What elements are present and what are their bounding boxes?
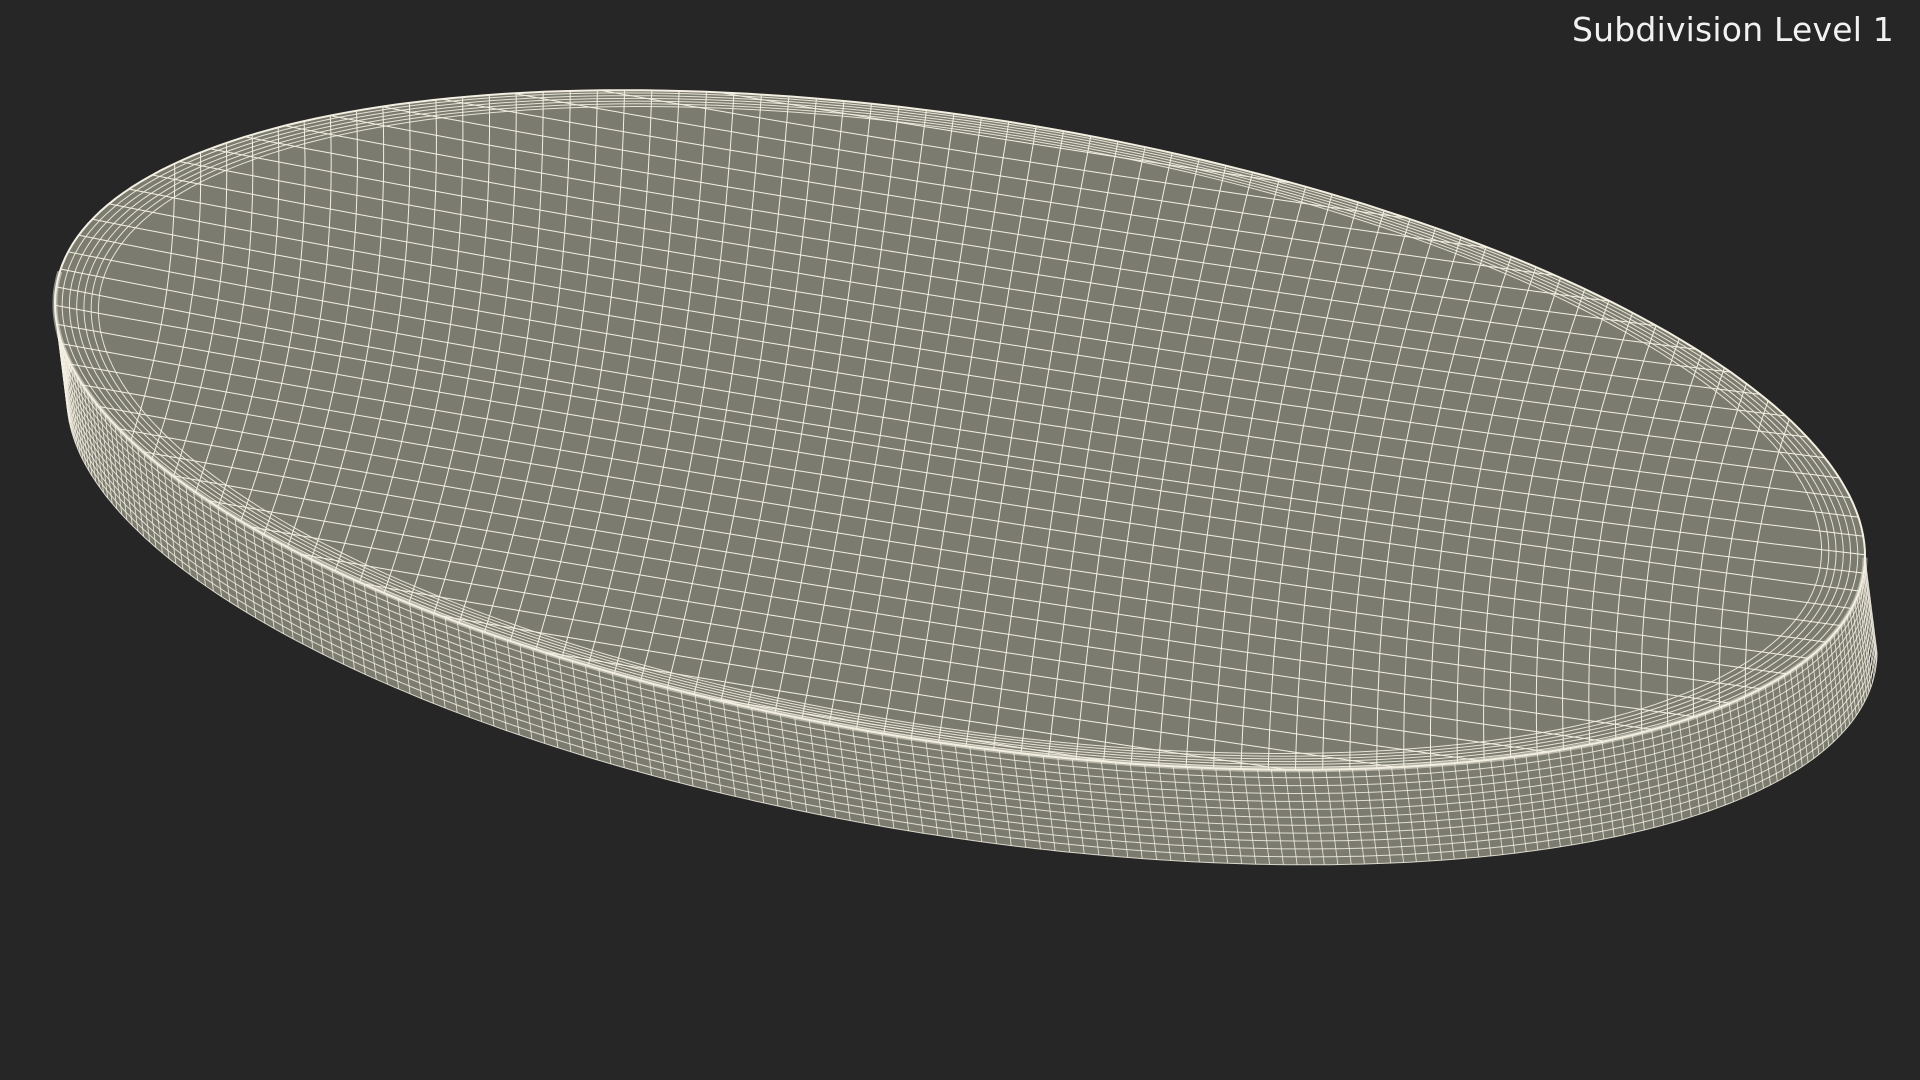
render-viewport: Subdivision Level 1 [0, 0, 1920, 1080]
wireframe-model [52, 89, 1878, 866]
subdivision-level-label: Subdivision Level 1 [1572, 10, 1894, 49]
